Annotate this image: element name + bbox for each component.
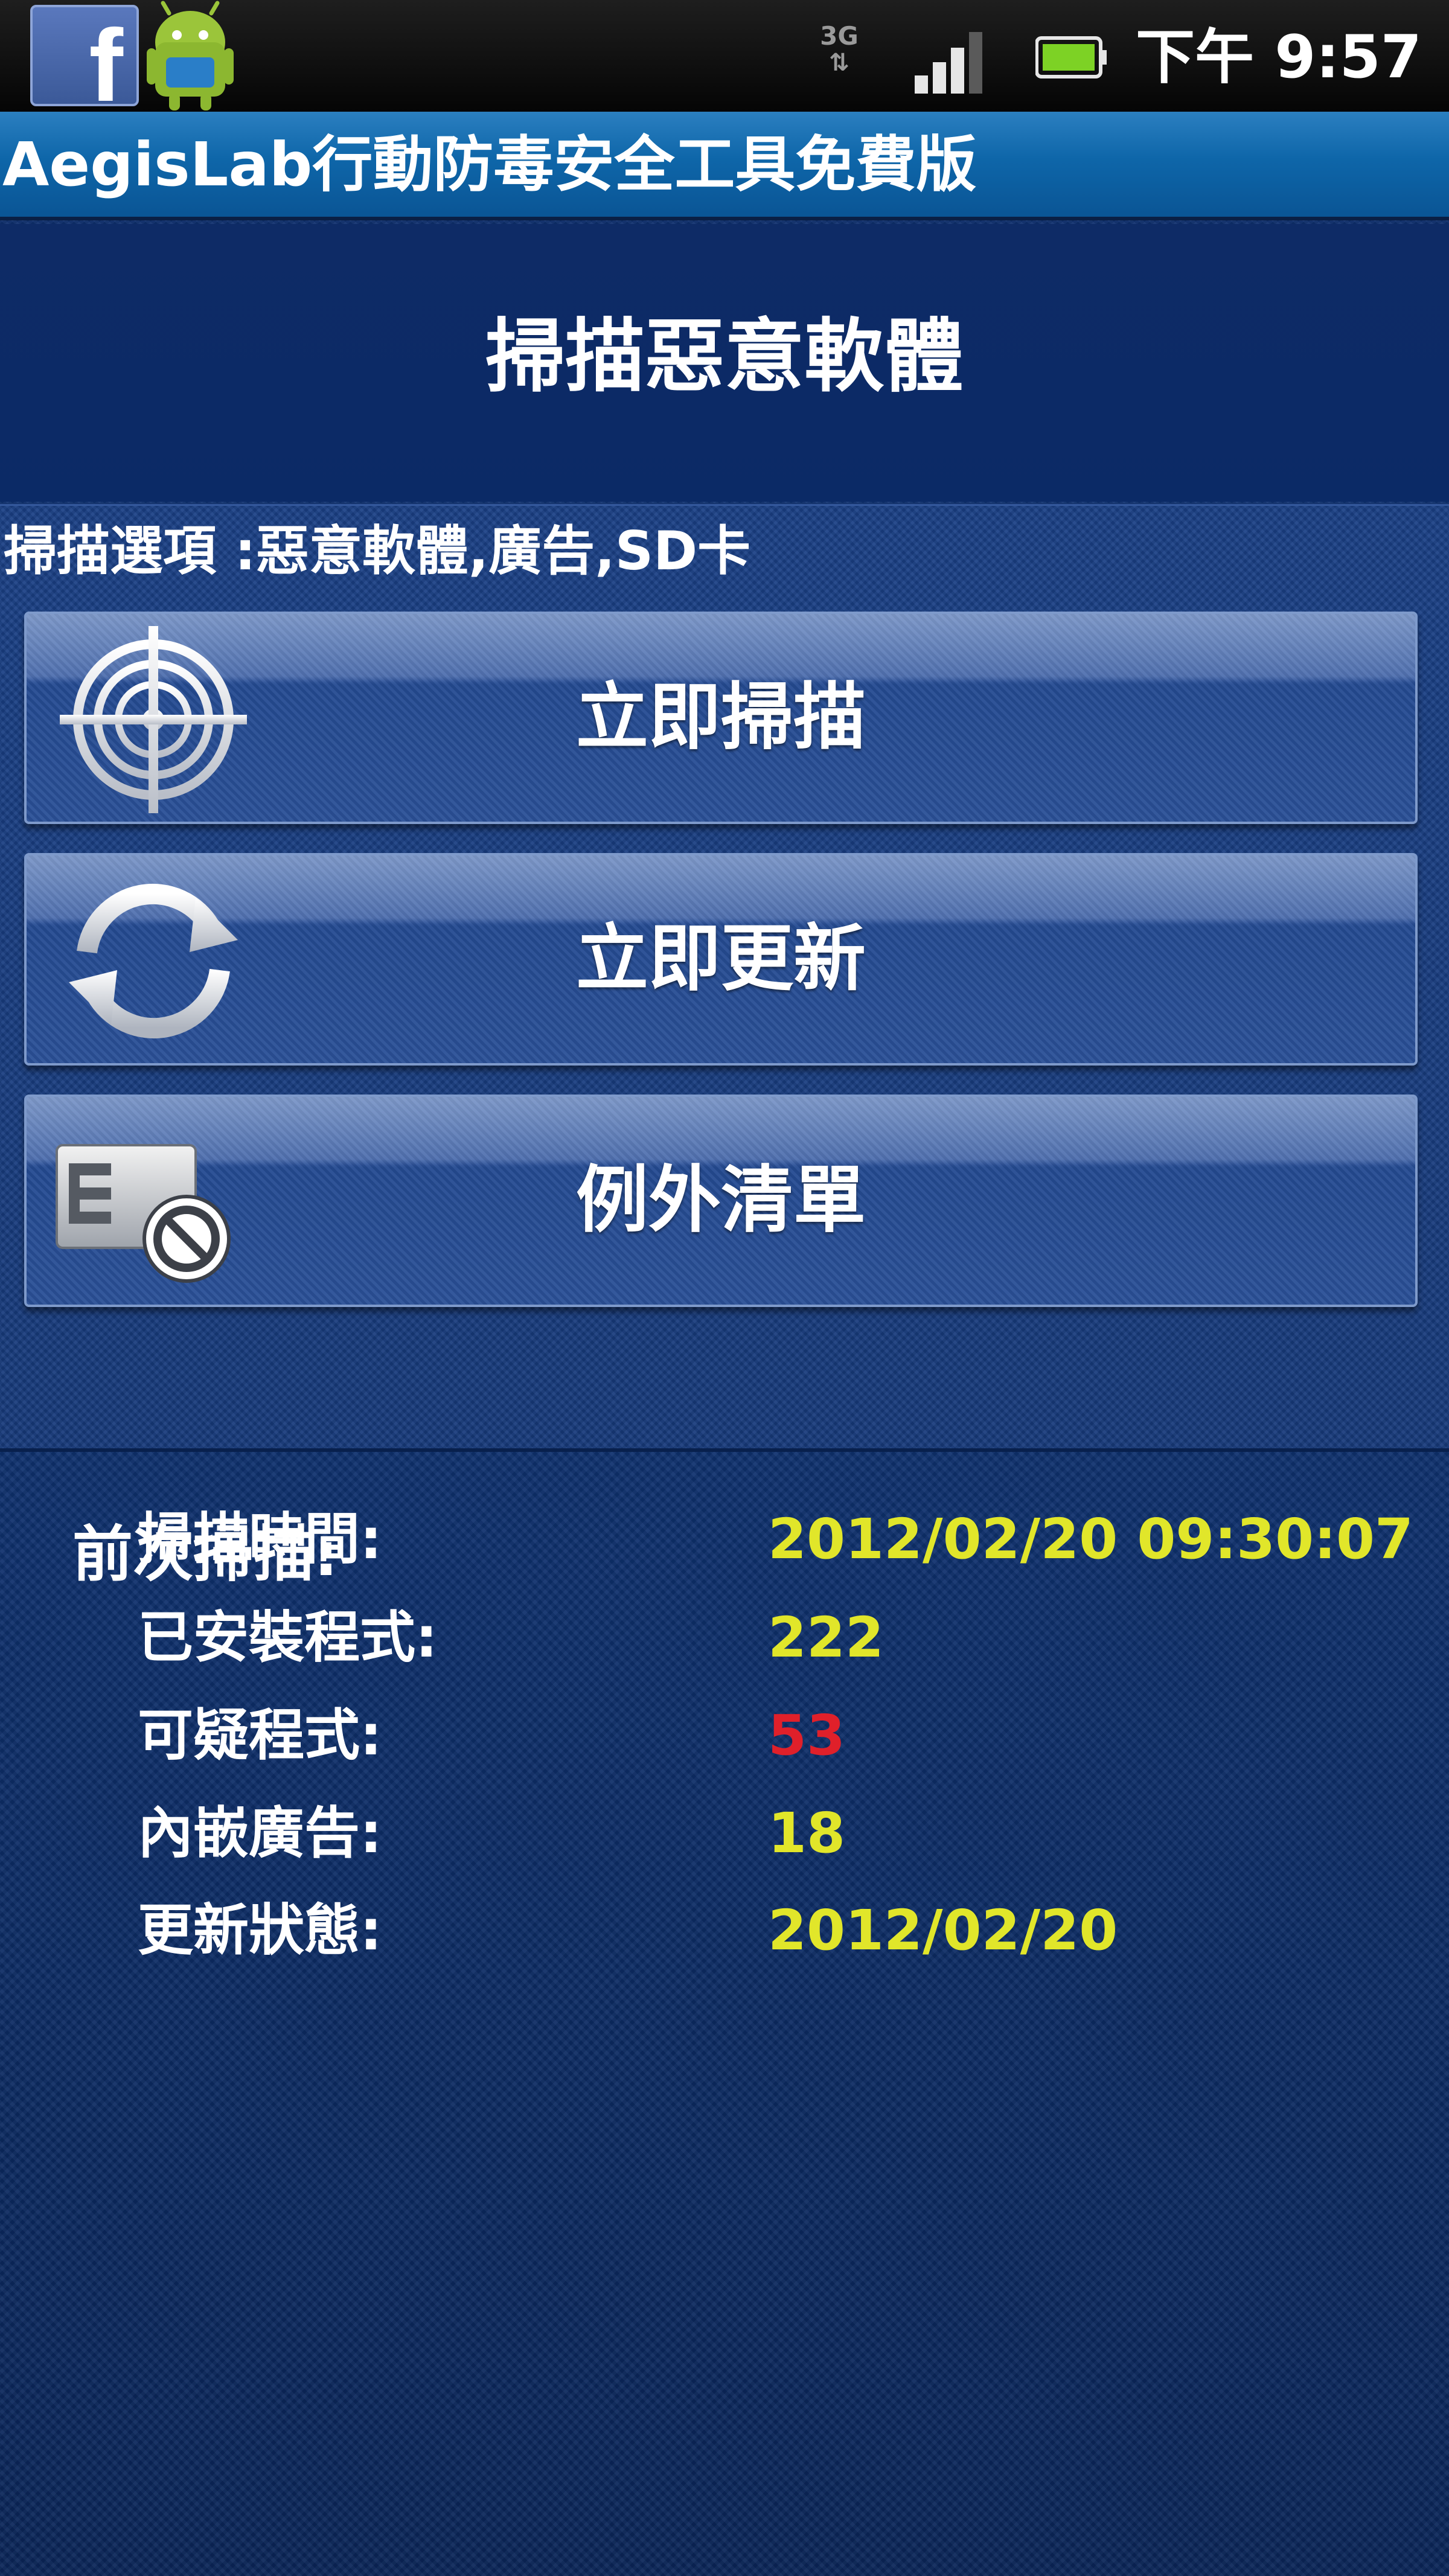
- network-type-label: 3G: [820, 21, 859, 51]
- suspicious-apps-value: 53: [768, 1703, 846, 1768]
- screen: f 3G ⇅ 下午 9:57 AegisLab行動防毒安全工具免費版 掃描惡意軟…: [0, 0, 1449, 2576]
- update-now-label: 立即更新: [576, 917, 866, 1001]
- installed-apps-value: 222: [768, 1605, 884, 1670]
- exception-list-label: 例外清單: [576, 1159, 866, 1242]
- app-title: AegisLab行動防毒安全工具免費版: [2, 129, 977, 200]
- scan-time-label: 掃描時間:: [138, 1507, 382, 1571]
- scan-panel: 掃描選項 :惡意軟體,廣告,SD卡 立即掃描 立即更新 例外清單: [0, 504, 1449, 1452]
- exception-list-button[interactable]: 例外清單: [24, 1095, 1418, 1307]
- suspicious-apps-label: 可疑程式:: [138, 1703, 382, 1768]
- facebook-icon[interactable]: f: [30, 5, 139, 106]
- scan-time-value: 2012/02/20 09:30:07: [768, 1507, 1414, 1571]
- installed-apps-label: 已安裝程式:: [138, 1605, 438, 1670]
- data-arrows-icon: ⇅: [829, 49, 849, 77]
- scan-options-text: 掃描選項 :惡意軟體,廣告,SD卡: [4, 520, 751, 582]
- android-icon[interactable]: [142, 0, 238, 112]
- signal-strength-icon: [915, 32, 982, 94]
- page-header: 掃描惡意軟體: [0, 224, 1449, 502]
- info-row-scan-time: 掃描時間: 2012/02/20 09:30:07: [0, 1500, 1449, 1579]
- app-title-bar: AegisLab行動防毒安全工具免費版: [0, 112, 1449, 220]
- info-row-installed-apps: 已安裝程式: 222: [0, 1599, 1449, 1677]
- info-row-suspicious-apps: 可疑程式: 53: [0, 1696, 1449, 1775]
- scan-now-button[interactable]: 立即掃描: [24, 612, 1418, 824]
- battery-icon: [1035, 36, 1107, 78]
- info-row-update-status: 更新狀態: 2012/02/20: [0, 1891, 1449, 1970]
- update-status-label: 更新狀態:: [138, 1898, 382, 1963]
- update-now-button[interactable]: 立即更新: [24, 853, 1418, 1066]
- update-status-value: 2012/02/20: [768, 1898, 1118, 1963]
- page-title: 掃描惡意軟體: [485, 310, 964, 403]
- info-row-embedded-ads: 內嵌廣告: 18: [0, 1794, 1449, 1873]
- status-clock: 下午 9:57: [1136, 23, 1422, 92]
- embedded-ads-value: 18: [768, 1801, 846, 1865]
- network-3g-icon: 3G ⇅: [815, 21, 863, 88]
- status-bar: f 3G ⇅ 下午 9:57: [0, 0, 1449, 112]
- scan-now-label: 立即掃描: [576, 676, 866, 759]
- embedded-ads-label: 內嵌廣告:: [138, 1801, 382, 1865]
